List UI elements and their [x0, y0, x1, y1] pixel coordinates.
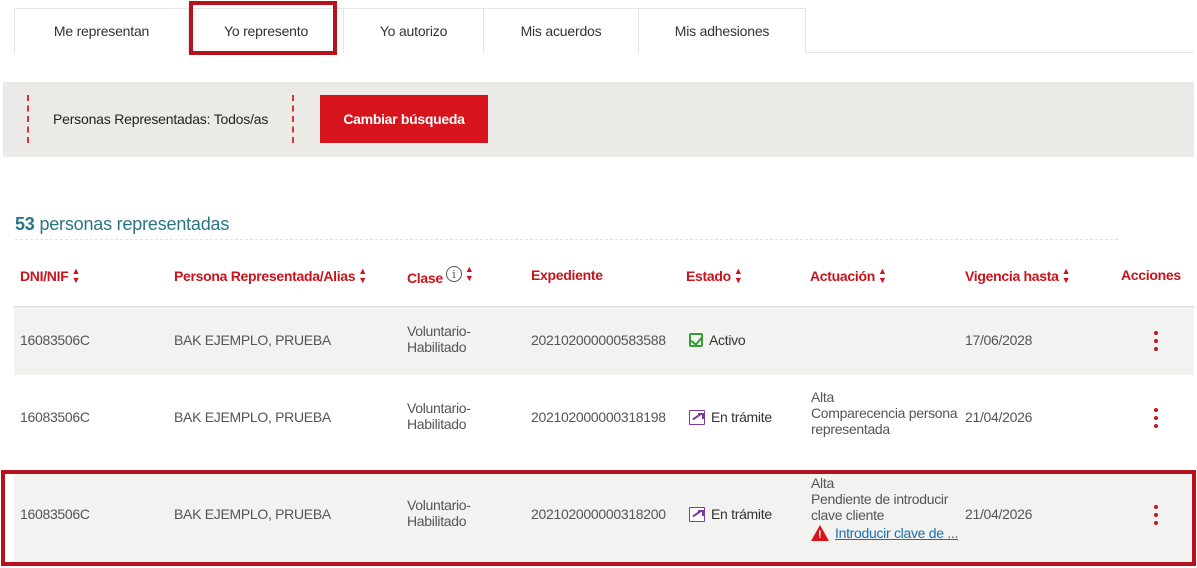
sort-icon[interactable]: ▲ ▼ [71, 267, 80, 285]
header-acciones-label: Acciones [1121, 267, 1181, 283]
filter-label: Personas Representadas: Todos/as [53, 111, 269, 127]
divider [15, 239, 1118, 240]
header-vigencia[interactable]: Vigencia hasta ▲ ▼ [965, 267, 1070, 285]
cell-dni: 16083506C [20, 409, 90, 425]
cell-expediente: 202102000000583588 [531, 332, 666, 348]
warning-icon [811, 525, 829, 543]
cell-actuacion: Alta Pendiente de introducir clave clien… [811, 475, 961, 543]
table-row[interactable]: 16083506C BAK EJEMPLO, PRUEBA Voluntario… [14, 470, 1194, 566]
results-count-number: 53 [15, 214, 35, 234]
check-icon [689, 333, 703, 347]
header-actuacion[interactable]: Actuación ▲ ▼ [810, 267, 887, 285]
more-actions-icon[interactable] [1146, 503, 1166, 527]
estado-label: En trámite [711, 506, 772, 522]
cell-vigencia: 21/04/2026 [965, 506, 1033, 522]
sort-icon[interactable]: ▲ ▼ [878, 267, 887, 285]
table-row[interactable]: 16083506C BAK EJEMPLO, PRUEBA Voluntario… [14, 307, 1194, 375]
header-dni[interactable]: DNI/NIF ▲ ▼ [20, 267, 80, 285]
in-progress-icon [689, 409, 705, 425]
cell-persona: BAK EJEMPLO, PRUEBA [174, 409, 331, 425]
in-progress-icon [689, 506, 705, 522]
warning-action[interactable]: Introducir clave de ... [811, 525, 961, 543]
cell-vigencia: 21/04/2026 [965, 409, 1033, 425]
info-icon[interactable]: i [445, 266, 462, 282]
cell-persona: BAK EJEMPLO, PRUEBA [174, 332, 331, 348]
cell-expediente: 202102000000318198 [531, 409, 666, 425]
header-persona[interactable]: Persona Representada/Alias ▲ ▼ [174, 267, 367, 285]
tab-mis-adhesiones[interactable]: Mis adhesiones [639, 8, 806, 53]
cell-dni: 16083506C [20, 332, 90, 348]
actuacion-type: Alta [811, 475, 834, 491]
cell-persona: BAK EJEMPLO, PRUEBA [174, 506, 331, 522]
cell-estado: En trámite [689, 506, 772, 522]
tab-yo-autorizo[interactable]: Yo autorizo [344, 8, 484, 53]
sort-icon[interactable]: ▲ ▼ [1062, 267, 1071, 285]
actuacion-detail: Comparecencia persona representada [811, 405, 958, 437]
filter-divider [27, 95, 29, 143]
filter-divider [292, 95, 294, 143]
cell-clase: Voluntario-Habilitado [407, 400, 471, 432]
change-search-button[interactable]: Cambiar búsqueda [320, 95, 488, 143]
cell-expediente: 202102000000318200 [531, 506, 666, 522]
table-row[interactable]: 16083506C BAK EJEMPLO, PRUEBA Voluntario… [14, 375, 1194, 465]
sort-icon[interactable]: ▲ ▼ [358, 267, 367, 285]
results-count: 53 personas representadas [15, 214, 229, 235]
more-actions-icon[interactable] [1146, 329, 1166, 353]
cell-clase: Voluntario-Habilitado [407, 497, 471, 529]
cell-clase: Voluntario-Habilitado [407, 323, 471, 355]
header-persona-label: Persona Representada/Alias [174, 268, 356, 284]
cell-dni: 16083506C [20, 506, 90, 522]
header-vigencia-label: Vigencia hasta [965, 268, 1059, 284]
sort-icon[interactable]: ▲ ▼ [465, 265, 474, 283]
results-count-label: personas representadas [39, 214, 230, 234]
header-actuacion-label: Actuación [810, 268, 875, 284]
header-expediente: Expediente [531, 267, 603, 283]
cell-vigencia: 17/06/2028 [965, 332, 1033, 348]
header-expediente-label: Expediente [531, 267, 603, 283]
tab-me-representan[interactable]: Me representan [14, 8, 189, 53]
header-clase-label: Clase [407, 270, 443, 286]
cell-actuacion: Alta Comparecencia persona representada [811, 389, 961, 437]
sort-icon[interactable]: ▲ ▼ [734, 267, 743, 285]
header-dni-label: DNI/NIF [20, 268, 69, 284]
tab-mis-acuerdos[interactable]: Mis acuerdos [484, 8, 639, 53]
header-estado-label: Estado [686, 268, 731, 284]
more-actions-icon[interactable] [1146, 406, 1166, 430]
estado-label: Activo [709, 332, 746, 348]
estado-label: En trámite [711, 409, 772, 425]
tab-bar: Me representan Yo represento Yo autorizo… [14, 8, 1194, 53]
filter-bar: Personas Representadas: Todos/as Cambiar… [3, 82, 1194, 157]
cell-estado: En trámite [689, 409, 772, 425]
actuacion-type: Alta [811, 389, 834, 405]
header-acciones: Acciones [1121, 267, 1181, 283]
actuacion-detail: Pendiente de introducir clave cliente [811, 491, 949, 523]
header-clase[interactable]: Clase i ▲ ▼ [407, 262, 474, 287]
tab-yo-represento[interactable]: Yo represento [189, 8, 344, 53]
header-estado[interactable]: Estado ▲ ▼ [686, 267, 743, 285]
enter-client-key-link[interactable]: Introducir clave de ... [835, 525, 958, 541]
cell-estado: Activo [689, 332, 746, 348]
